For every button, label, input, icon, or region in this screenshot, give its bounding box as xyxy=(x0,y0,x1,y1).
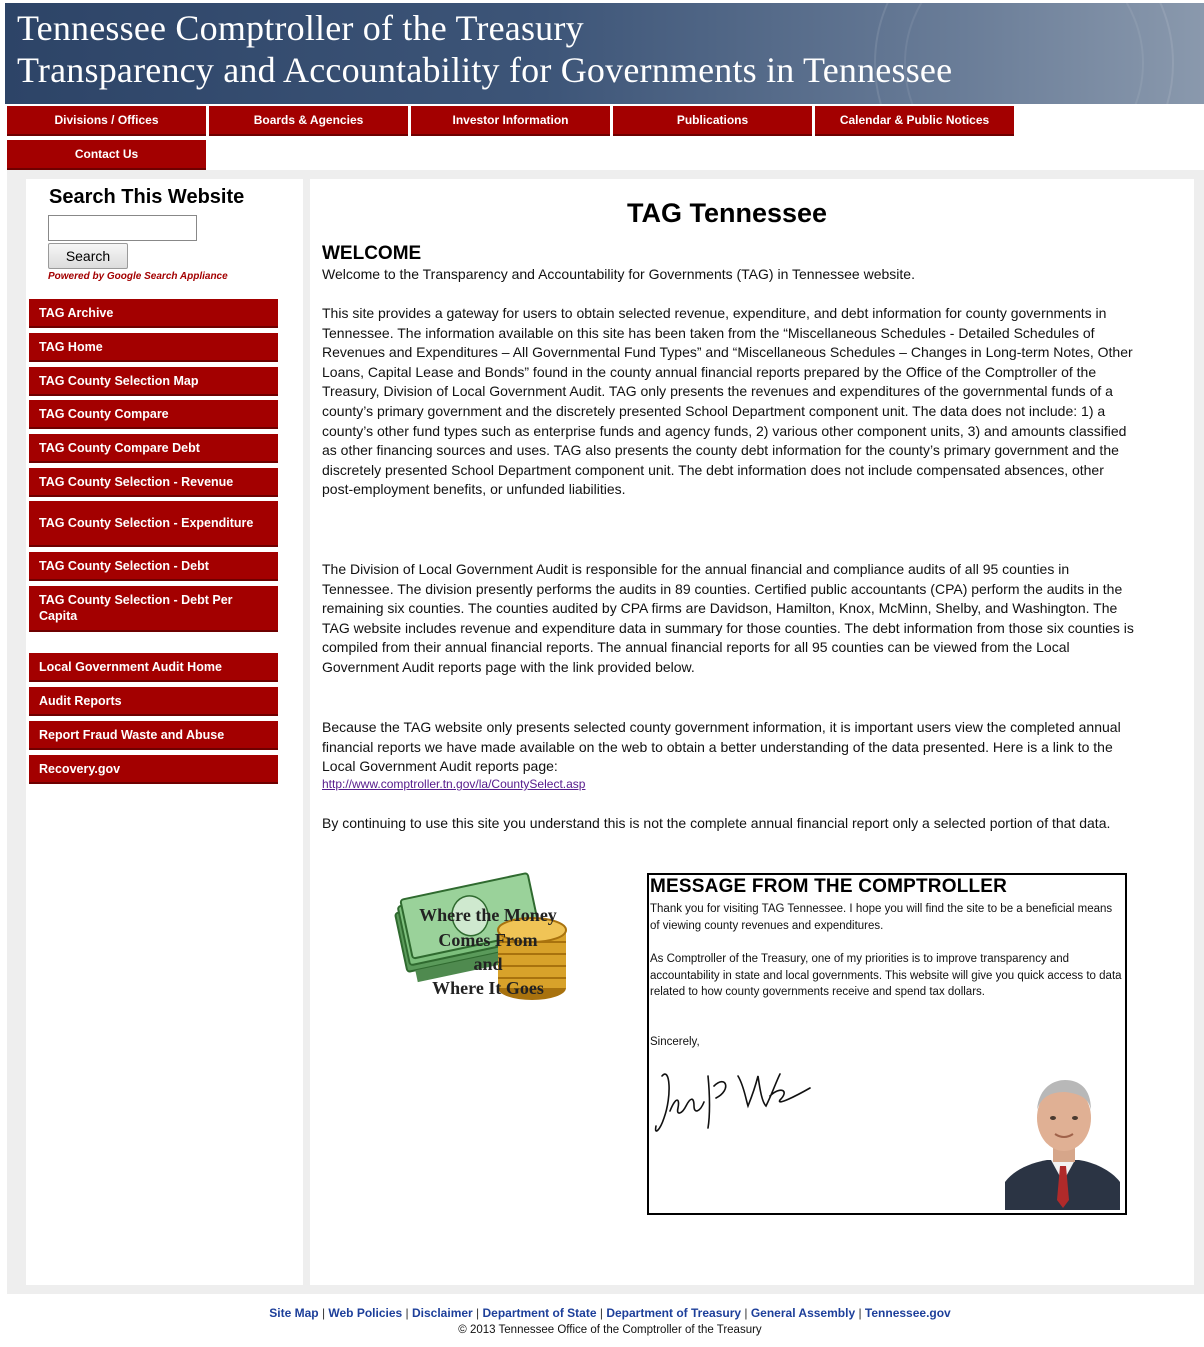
message-heading: MESSAGE FROM THE COMPTROLLER xyxy=(650,876,1008,897)
footer-link-disclaimer[interactable]: Disclaimer xyxy=(412,1306,473,1320)
message-sincerely: Sincerely, xyxy=(650,1036,700,1048)
graphic-text-line3: and xyxy=(473,954,503,974)
header-banner: Tennessee Comptroller of the Treasury Tr… xyxy=(5,3,1204,104)
sidebar-item-tag-archive[interactable]: TAG Archive xyxy=(29,299,278,328)
copyright-text: © 2013 Tennessee Office of the Comptroll… xyxy=(458,1324,762,1336)
footer-link-tennessee-gov[interactable]: Tennessee.gov xyxy=(865,1306,951,1320)
sidebar-item-selection-debt-per-capita[interactable]: TAG County Selection - Debt Per Capita xyxy=(29,586,278,632)
footer-link-web-policies[interactable]: Web Policies xyxy=(328,1306,402,1320)
nav-investor-information[interactable]: Investor Information xyxy=(411,106,610,136)
nav-boards-agencies[interactable]: Boards & Agencies xyxy=(209,106,408,136)
nav-divisions-offices[interactable]: Divisions / Offices xyxy=(7,106,206,136)
sidebar-item-report-fraud[interactable]: Report Fraud Waste and Abuse xyxy=(29,721,278,750)
message-paragraph-2: As Comptroller of the Treasury, one of m… xyxy=(650,953,1122,998)
search-button[interactable]: Search xyxy=(48,243,128,269)
graphic-text-line1: Where the Money xyxy=(419,905,557,925)
graphic-text-line4: Where It Goes xyxy=(432,978,544,998)
search-title: Search This Website xyxy=(49,186,245,208)
footer-link-department-of-state[interactable]: Department of State xyxy=(483,1306,597,1320)
sidebar-item-county-compare-debt[interactable]: TAG County Compare Debt xyxy=(29,434,278,463)
county-select-link[interactable]: http://www.comptroller.tn.gov/la/CountyS… xyxy=(322,777,585,791)
reports-paragraph: Because the TAG website only presents se… xyxy=(322,719,1121,775)
sidebar-item-tag-home[interactable]: TAG Home xyxy=(29,333,278,362)
page-title: TAG Tennessee xyxy=(626,198,828,228)
nav-calendar-public-notices[interactable]: Calendar & Public Notices xyxy=(815,106,1014,136)
sidebar-item-local-gov-audit-home[interactable]: Local Government Audit Home xyxy=(29,653,278,682)
comptroller-photo xyxy=(1005,1070,1120,1210)
site-title-line2: Transparency and Accountability for Gove… xyxy=(17,50,953,90)
comptroller-signature xyxy=(654,1073,811,1132)
footer-link-department-of-treasury[interactable]: Department of Treasury xyxy=(606,1306,741,1320)
disclaimer-paragraph: By continuing to use this site you under… xyxy=(322,815,1111,831)
audit-paragraph: The Division of Local Government Audit i… xyxy=(322,561,1134,675)
nav-publications[interactable]: Publications xyxy=(613,106,812,136)
site-title-line1: Tennessee Comptroller of the Treasury xyxy=(17,8,584,48)
welcome-heading: WELCOME xyxy=(322,243,422,264)
footer-links: Site Map | Web Policies | Disclaimer | D… xyxy=(0,1306,1204,1320)
graphic-text-line2: Comes From xyxy=(438,930,538,950)
search-input[interactable] xyxy=(48,215,197,241)
sidebar-item-selection-revenue[interactable]: TAG County Selection - Revenue xyxy=(29,468,278,497)
intro-paragraph: This site provides a gateway for users t… xyxy=(322,305,1133,498)
powered-by-text: Powered by Google Search Appliance xyxy=(48,271,228,282)
sidebar-item-county-compare[interactable]: TAG County Compare xyxy=(29,400,278,429)
sidebar-item-audit-reports[interactable]: Audit Reports xyxy=(29,687,278,716)
sidebar-item-recovery-gov[interactable]: Recovery.gov xyxy=(29,755,278,784)
message-paragraph-1: Thank you for visiting TAG Tennessee. I … xyxy=(650,903,1113,932)
footer-link-general-assembly[interactable]: General Assembly xyxy=(751,1306,855,1320)
nav-contact-us[interactable]: Contact Us xyxy=(7,140,206,170)
sidebar-item-county-selection-map[interactable]: TAG County Selection Map xyxy=(29,367,278,396)
sidebar-item-selection-debt[interactable]: TAG County Selection - Debt xyxy=(29,552,278,581)
sidebar-item-selection-expenditure[interactable]: TAG County Selection - Expenditure xyxy=(29,501,278,547)
welcome-text: Welcome to the Transparency and Accounta… xyxy=(322,266,915,282)
footer-link-site-map[interactable]: Site Map xyxy=(269,1306,318,1320)
